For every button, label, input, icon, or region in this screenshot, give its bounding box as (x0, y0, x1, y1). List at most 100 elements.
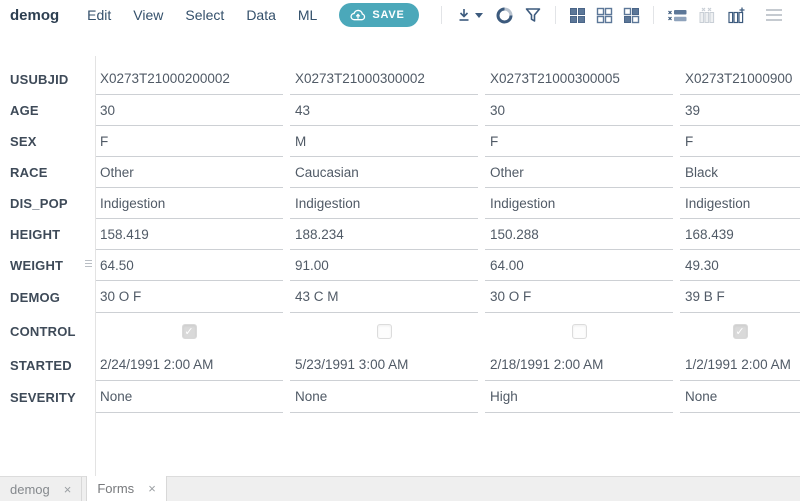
field-label-race: RACE (10, 165, 48, 180)
remove-columns-button[interactable] (693, 5, 722, 26)
cell-weight-2[interactable]: 64.00 (485, 250, 673, 281)
chevron-down-icon (474, 12, 483, 18)
menu-select[interactable]: Select (185, 7, 224, 23)
cell-sex-2[interactable]: F (485, 126, 673, 157)
add-column-button[interactable] (722, 5, 751, 26)
overflow-menu-button[interactable] (762, 5, 786, 25)
field-label-weight: WEIGHT (10, 258, 64, 273)
field-label-severity: SEVERITY (10, 389, 76, 405)
field-label-dis-pop: DIS_POP (10, 196, 68, 211)
tab-demog-label: demog (10, 481, 50, 497)
save-button-label: SAVE (372, 9, 405, 21)
cell-demog-2[interactable]: 30 O F (485, 281, 673, 313)
bottom-tab-bar: demog × Forms × (0, 476, 800, 501)
cell-demog-1[interactable]: 43 C M (290, 281, 478, 313)
cell-demog-0[interactable]: 30 O F (95, 281, 283, 313)
layout-grid-mixed-button[interactable] (618, 5, 645, 26)
cell-sex-3[interactable]: F (680, 126, 800, 157)
remove-rows-button[interactable] (662, 5, 693, 26)
layout-grid-filled-button[interactable] (564, 5, 591, 26)
cell-race-0[interactable]: Other (95, 157, 283, 188)
tab-demog[interactable]: demog × (0, 477, 83, 501)
cell-sex-1[interactable]: M (290, 126, 478, 157)
control-checkbox[interactable] (732, 323, 748, 339)
cell-severity-1[interactable]: None (290, 381, 478, 413)
add-column-icon (727, 7, 746, 24)
field-label-sex: SEX (10, 134, 37, 149)
menu-view[interactable]: View (133, 7, 163, 23)
cell-age-1[interactable]: 43 (290, 95, 478, 126)
control-checkbox[interactable] (181, 323, 197, 339)
menu-ml[interactable]: ML (298, 7, 317, 23)
cell-usubjid-2[interactable]: X0273T21000300005 (485, 63, 673, 95)
panel-divider (95, 56, 96, 476)
filter-button[interactable] (519, 4, 547, 26)
toolbar-divider (652, 6, 654, 24)
close-icon[interactable]: × (148, 481, 156, 496)
cell-usubjid-0[interactable]: X0273T21000200002 (95, 63, 283, 95)
cell-usubjid-3[interactable]: X0273T21000900 (680, 63, 800, 95)
cell-height-0[interactable]: 158.419 (95, 219, 283, 250)
cell-severity-2[interactable]: High (485, 381, 673, 413)
field-label-age: AGE (10, 103, 39, 118)
remove-rows-icon (667, 7, 688, 24)
field-label-demog: DEMOG (10, 289, 61, 305)
grid-outline-icon (596, 7, 613, 24)
field-label-usubjid: USUBJID (10, 71, 69, 87)
transposed-grid: USUBJID X0273T21000200002 X0273T21000300… (0, 63, 800, 413)
save-button[interactable]: SAVE (339, 3, 419, 27)
cell-control-1 (290, 313, 478, 349)
cell-started-2[interactable]: 2/18/1991 2:00 AM (485, 349, 673, 381)
cell-started-1[interactable]: 5/23/1991 3:00 AM (290, 349, 478, 381)
control-checkbox[interactable] (571, 323, 587, 339)
cell-started-0[interactable]: 2/24/1991 2:00 AM (95, 349, 283, 381)
cell-age-0[interactable]: 30 (95, 95, 283, 126)
cell-severity-0[interactable]: None (95, 381, 283, 413)
cell-started-3[interactable]: 1/2/1991 2:00 AM (680, 349, 800, 381)
tab-forms-label: Forms (97, 481, 135, 496)
hamburger-icon (766, 9, 782, 11)
menu-data[interactable]: Data (246, 7, 276, 23)
cloud-upload-icon (350, 9, 366, 21)
close-icon[interactable]: × (64, 482, 72, 497)
grid-mixed-icon (623, 7, 640, 24)
cell-dis-pop-0[interactable]: Indigestion (95, 188, 283, 219)
refresh-button[interactable] (490, 4, 519, 27)
cell-race-3[interactable]: Black (680, 157, 800, 188)
filter-icon (524, 6, 542, 24)
cell-age-2[interactable]: 30 (485, 95, 673, 126)
cell-height-1[interactable]: 188.234 (290, 219, 478, 250)
cell-weight-0[interactable]: 64.50 (95, 250, 283, 281)
toolbar-divider (440, 6, 442, 24)
cell-race-1[interactable]: Caucasian (290, 157, 478, 188)
cell-dis-pop-2[interactable]: Indigestion (485, 188, 673, 219)
page-title: demog (10, 6, 60, 24)
field-label-control: CONTROL (10, 323, 76, 339)
cell-sex-0[interactable]: F (95, 126, 283, 157)
cell-dis-pop-3[interactable]: Indigestion (680, 188, 800, 219)
control-checkbox[interactable] (376, 323, 392, 339)
cell-height-3[interactable]: 168.439 (680, 219, 800, 250)
layout-grid-outline-button[interactable] (591, 5, 618, 26)
grid-filled-icon (569, 7, 586, 24)
cell-race-2[interactable]: Other (485, 157, 673, 188)
cell-severity-3[interactable]: None (680, 381, 800, 413)
cell-weight-3[interactable]: 49.30 (680, 250, 800, 281)
cell-dis-pop-1[interactable]: Indigestion (290, 188, 478, 219)
cell-usubjid-1[interactable]: X0273T21000300002 (290, 63, 478, 95)
download-button[interactable] (450, 4, 490, 26)
form-table: USUBJID X0273T21000200002 X0273T21000300… (0, 30, 800, 476)
cell-height-2[interactable]: 150.288 (485, 219, 673, 250)
toolbar-divider (554, 6, 556, 24)
remove-columns-icon (698, 7, 717, 24)
cell-control-3 (680, 313, 800, 349)
toolbar: demog Edit View Select Data ML SAVE (0, 0, 800, 30)
splitter-grip[interactable] (85, 260, 93, 267)
menu-edit[interactable]: Edit (87, 7, 111, 23)
refresh-icon (495, 6, 514, 25)
cell-demog-3[interactable]: 39 B F (680, 281, 800, 313)
cell-weight-1[interactable]: 91.00 (290, 250, 478, 281)
field-label-started: STARTED (10, 357, 72, 373)
cell-age-3[interactable]: 39 (680, 95, 800, 126)
tab-forms[interactable]: Forms × (86, 476, 167, 501)
